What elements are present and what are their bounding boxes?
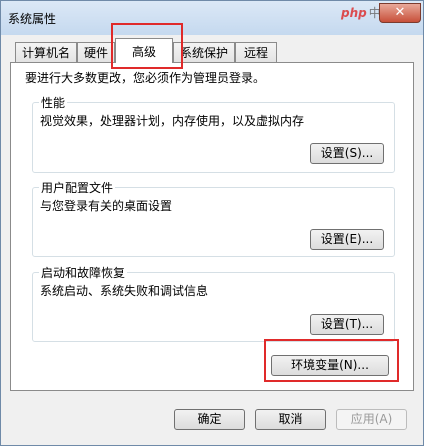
environment-variables-button[interactable]: 环境变量(N)... [271,355,389,376]
user-profiles-title: 用户配置文件 [39,179,116,196]
performance-title: 性能 [39,94,68,111]
user-profiles-settings-button[interactable]: 设置(E)... [310,229,384,250]
tab-system-protection[interactable]: 系统保护 [173,42,235,62]
window-title: 系统属性 [8,12,57,26]
tab-advanced[interactable]: 高级 [115,38,173,63]
user-profiles-description: 与您登录有关的桌面设置 [40,199,173,213]
tab-computer-name[interactable]: 计算机名 [15,42,77,62]
admin-notice: 要进行大多数更改，您必须作为管理员登录。 [25,71,266,85]
performance-description: 视觉效果，处理器计划，内存使用，以及虚拟内存 [40,114,305,128]
apply-button[interactable]: 应用(A) [336,409,407,430]
startup-recovery-settings-button[interactable]: 设置(T)... [310,314,384,335]
title-bar[interactable]: 系统属性 php中文网 ✕ [1,1,423,35]
performance-settings-button[interactable]: 设置(S)... [310,143,384,164]
cancel-button[interactable]: 取消 [255,409,326,430]
system-properties-window: 系统属性 php中文网 ✕ 计算机名 硬件 高级 系统保护 远程 要进行大多数更… [0,0,424,446]
close-button[interactable]: ✕ [379,3,421,23]
tab-hardware[interactable]: 硬件 [77,42,115,62]
startup-recovery-title: 启动和故障恢复 [39,264,128,281]
tab-remote[interactable]: 远程 [235,42,277,62]
ok-button[interactable]: 确定 [174,409,245,430]
startup-recovery-description: 系统启动、系统失败和调试信息 [40,284,209,298]
